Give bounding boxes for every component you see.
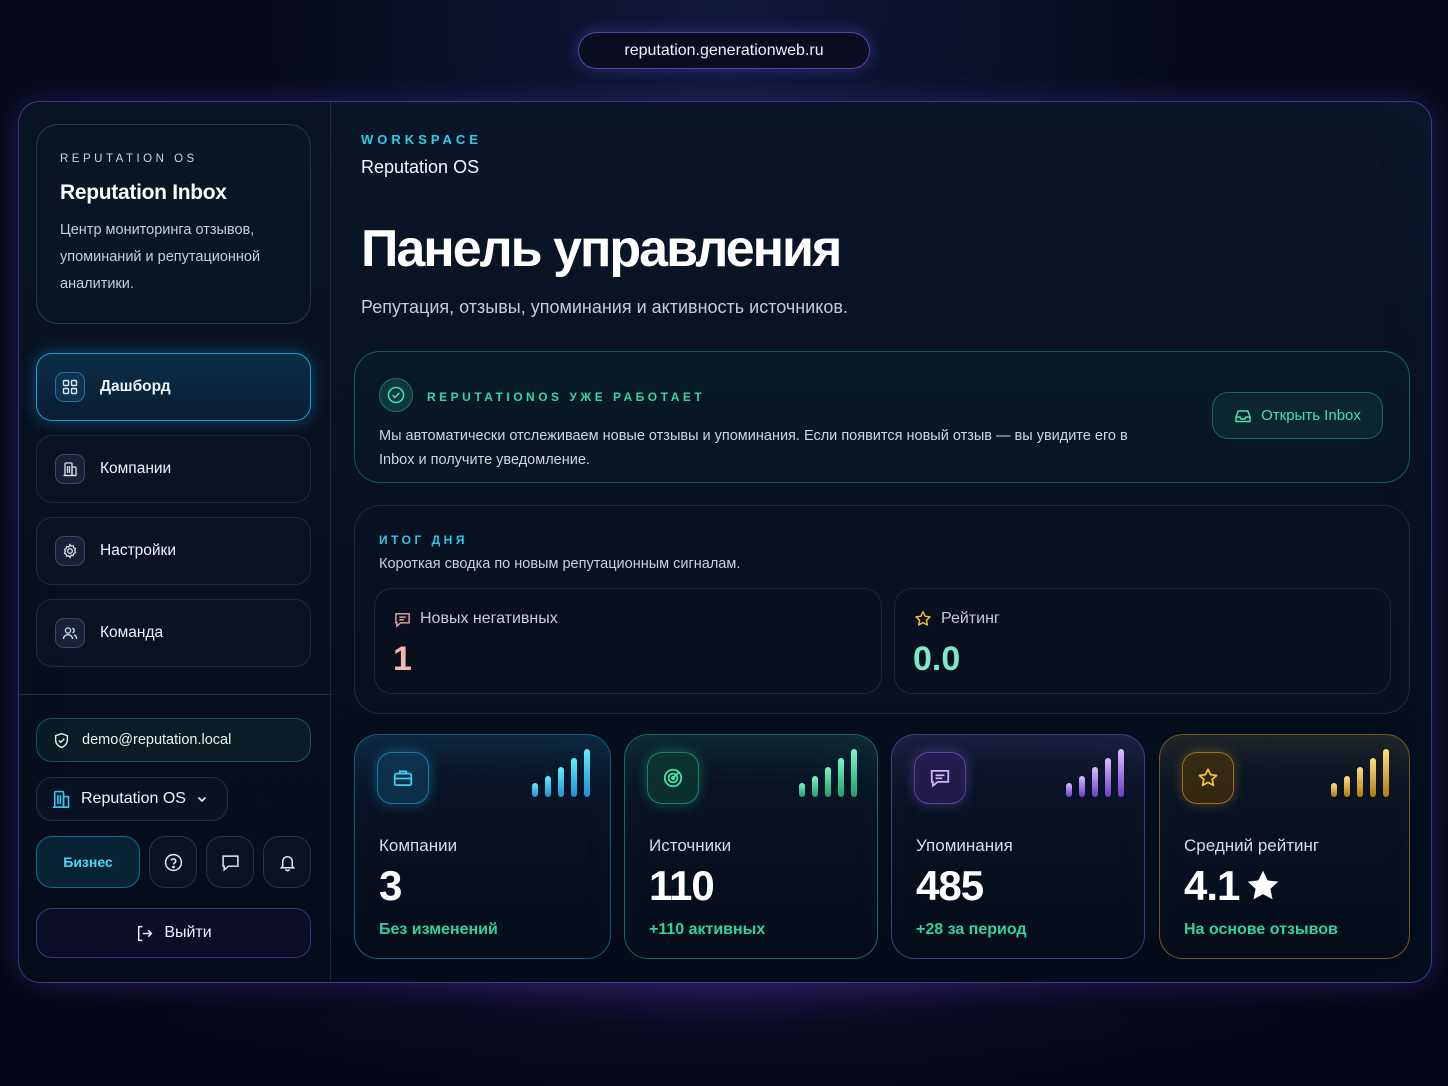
sidebar-item-label: Команда <box>100 624 164 641</box>
kpi-value: 4.1 <box>1184 862 1240 909</box>
kpi-delta: +28 за период <box>916 921 1027 938</box>
workspace-name: Reputation OS <box>361 157 480 177</box>
building-icon <box>55 454 85 484</box>
page-subtitle: Репутация, отзывы, упоминания и активнос… <box>361 297 848 317</box>
negative-reviews-label: Новых негативных <box>420 610 558 627</box>
kpi-card-average-rating[interactable]: Средний рейтинг 4.1 На основе отзывов <box>1159 734 1410 959</box>
user-email: demo@reputation.local <box>82 732 232 748</box>
status-text: Мы автоматически отслеживаем новые отзыв… <box>379 428 1128 468</box>
users-icon <box>55 618 85 648</box>
building-icon <box>52 790 70 808</box>
user-account[interactable]: demo@reputation.local <box>36 718 311 762</box>
open-inbox-label: Открыть Inbox <box>1261 407 1361 424</box>
negative-reviews-label-row: Новых негативных <box>394 610 558 628</box>
app-window: REPUTATION OS Reputation Inbox Центр мон… <box>18 101 1432 983</box>
open-inbox-button[interactable]: Открыть Inbox <box>1212 392 1383 439</box>
bell-icon <box>279 855 295 871</box>
kpi-card-sources[interactable]: Источники 110 +110 активных <box>624 734 878 959</box>
workspace-eyebrow: WORKSPACE <box>361 132 482 147</box>
kpi-label: Компании <box>379 836 458 855</box>
rating-value: 0.0 <box>913 640 961 678</box>
help-icon <box>164 853 182 871</box>
check-circle-icon <box>379 378 413 412</box>
workspace-select[interactable]: Reputation OS <box>36 777 228 821</box>
grid-icon <box>55 372 85 402</box>
notifications-button[interactable] <box>263 836 311 888</box>
negative-reviews-stat: Новых негативных 1 <box>374 588 882 694</box>
main-content: WORKSPACE Reputation OS Панель управлени… <box>331 102 1431 982</box>
rating-label-row: Рейтинг <box>914 610 1000 628</box>
kpi-label: Средний рейтинг <box>1184 836 1320 855</box>
help-button[interactable] <box>149 836 197 888</box>
kpi-value-row: 4.1 <box>1184 862 1281 910</box>
status-card: REPUTATIONOS УЖЕ РАБОТАЕТ Мы автоматичес… <box>354 351 1410 483</box>
plan-label: Бизнес <box>63 854 113 870</box>
chevron-down-icon <box>197 796 207 803</box>
kpi-value: 3 <box>379 862 402 909</box>
plan-button[interactable]: Бизнес <box>36 836 140 888</box>
kpi-value: 485 <box>916 862 984 909</box>
logout-label: Выйти <box>164 924 212 941</box>
kpi-label: Источники <box>649 836 732 855</box>
summary-description: Короткая сводка по новым репутационным с… <box>379 556 741 572</box>
url-text: reputation.generationweb.ru <box>624 41 824 59</box>
sidebar-item-settings[interactable]: Настройки <box>36 517 311 585</box>
message-icon <box>395 612 410 628</box>
summary-eyebrow: ИТОГ ДНЯ <box>379 533 468 547</box>
workspace-select-label: Reputation OS <box>81 790 186 807</box>
bars-decoration <box>532 749 590 797</box>
kpi-card-mentions[interactable]: Упоминания 485 +28 за период <box>891 734 1145 959</box>
rating-stat: Рейтинг 0.0 <box>894 588 1391 694</box>
chat-icon <box>221 854 239 872</box>
kpi-value: 110 <box>649 862 715 909</box>
brand-title: Reputation Inbox <box>60 181 227 204</box>
sidebar: REPUTATION OS Reputation Inbox Центр мон… <box>19 102 331 982</box>
messages-button[interactable] <box>206 836 254 888</box>
url-bar[interactable]: reputation.generationweb.ru <box>578 32 870 69</box>
star-icon <box>915 611 931 626</box>
radar-icon <box>647 752 699 804</box>
sidebar-item-label: Настройки <box>100 542 177 559</box>
gear-icon <box>55 536 85 566</box>
page-title: Панель управления <box>361 220 842 278</box>
kpi-delta: Без изменений <box>379 921 498 938</box>
bars-decoration <box>799 749 857 797</box>
kpi-card-companies[interactable]: Компании 3 Без изменений <box>354 734 611 959</box>
bars-decoration <box>1331 749 1389 797</box>
star-icon <box>1182 752 1234 804</box>
kpi-delta: +110 активных <box>649 921 766 938</box>
daily-summary-card: ИТОГ ДНЯ Короткая сводка по новым репута… <box>354 505 1410 714</box>
sidebar-item-label: Дашборд <box>100 378 171 395</box>
brand-card: REPUTATION OS Reputation Inbox Центр мон… <box>36 124 311 324</box>
logout-button[interactable]: Выйти <box>36 908 311 958</box>
star-filled-icon <box>1248 870 1279 900</box>
kpi-label: Упоминания <box>916 836 1013 855</box>
logout-icon <box>138 925 153 941</box>
kpi-delta: На основе отзывов <box>1184 921 1338 938</box>
sidebar-item-label: Компании <box>100 460 172 477</box>
rating-label: Рейтинг <box>941 610 1000 627</box>
briefcase-icon <box>377 752 429 804</box>
brand-description: Центр мониторинга отзывов, упоминаний и … <box>60 222 261 292</box>
sidebar-item-companies[interactable]: Компании <box>36 435 311 503</box>
shield-icon <box>54 732 69 748</box>
inbox-icon <box>1235 409 1251 422</box>
sidebar-divider <box>19 694 331 695</box>
brand-eyebrow: REPUTATION OS <box>60 153 198 165</box>
message-icon <box>914 752 966 804</box>
negative-reviews-value: 1 <box>393 640 412 678</box>
status-eyebrow: REPUTATIONOS УЖЕ РАБОТАЕТ <box>427 390 706 404</box>
sidebar-item-team[interactable]: Команда <box>36 599 311 667</box>
sidebar-item-dashboard[interactable]: Дашборд <box>36 353 311 421</box>
bars-decoration <box>1066 749 1124 797</box>
